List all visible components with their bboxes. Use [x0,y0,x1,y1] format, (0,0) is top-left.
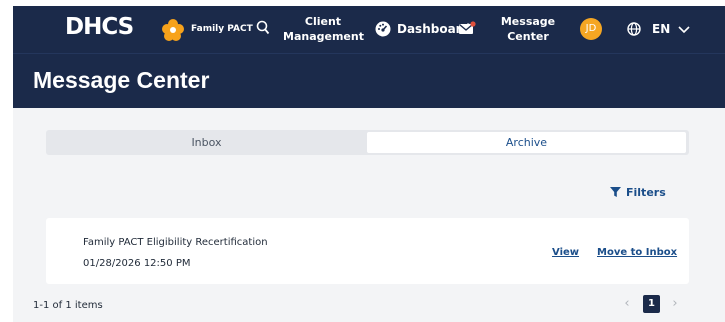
family-pact-label[interactable]: Family PACT [191,24,253,34]
message-list-item: Family PACT Eligibility Recertification … [46,218,689,284]
tab-inbox[interactable]: Inbox [46,130,367,155]
message-tabs: Inbox Archive [46,130,689,155]
nav-client-management[interactable]: Client Management [283,14,364,44]
dhcs-logo[interactable]: DHCS [65,14,134,40]
message-subject: Family PACT Eligibility Recertification [83,237,268,248]
user-avatar[interactable]: JD [580,18,602,40]
search-icon[interactable] [256,20,270,36]
filters-label: Filters [626,186,666,199]
message-center-content: Inbox Archive Filters Family PACT Eligib… [13,108,725,322]
filters-button[interactable]: Filters [610,186,666,199]
tab-archive[interactable]: Archive [367,132,686,153]
client-management-line1: Client [304,15,342,28]
globe-icon [627,22,641,36]
dashboard-gauge-icon [375,21,391,37]
message-center-line2: Center [507,30,549,43]
filter-funnel-icon [610,187,621,197]
top-navigation-bar: DHCS Family PACT Client Management Dashb… [13,6,725,53]
family-pact-flower-icon [162,19,184,41]
nav-message-center[interactable]: Message Center [495,14,561,44]
message-center-line1: Message [500,15,556,28]
previous-page-button[interactable]: ‹ [621,294,633,314]
pagination-range: 1-1 of 1 items [33,300,103,311]
language-selector[interactable]: EN [652,22,670,36]
message-date: 01/28/2026 12:50 PM [83,258,191,269]
logo-text: DHCS [65,14,134,40]
chevron-down-icon[interactable] [677,22,691,36]
page-header: Message Center [13,53,725,108]
next-page-button[interactable]: › [669,294,681,314]
move-to-inbox-link[interactable]: Move to Inbox [597,247,677,258]
view-message-link[interactable]: View [552,247,579,258]
current-page-button[interactable]: 1 [643,295,660,313]
client-management-line2: Management [283,30,364,43]
page-title: Message Center [33,67,210,93]
mail-notification-icon[interactable] [458,21,476,36]
